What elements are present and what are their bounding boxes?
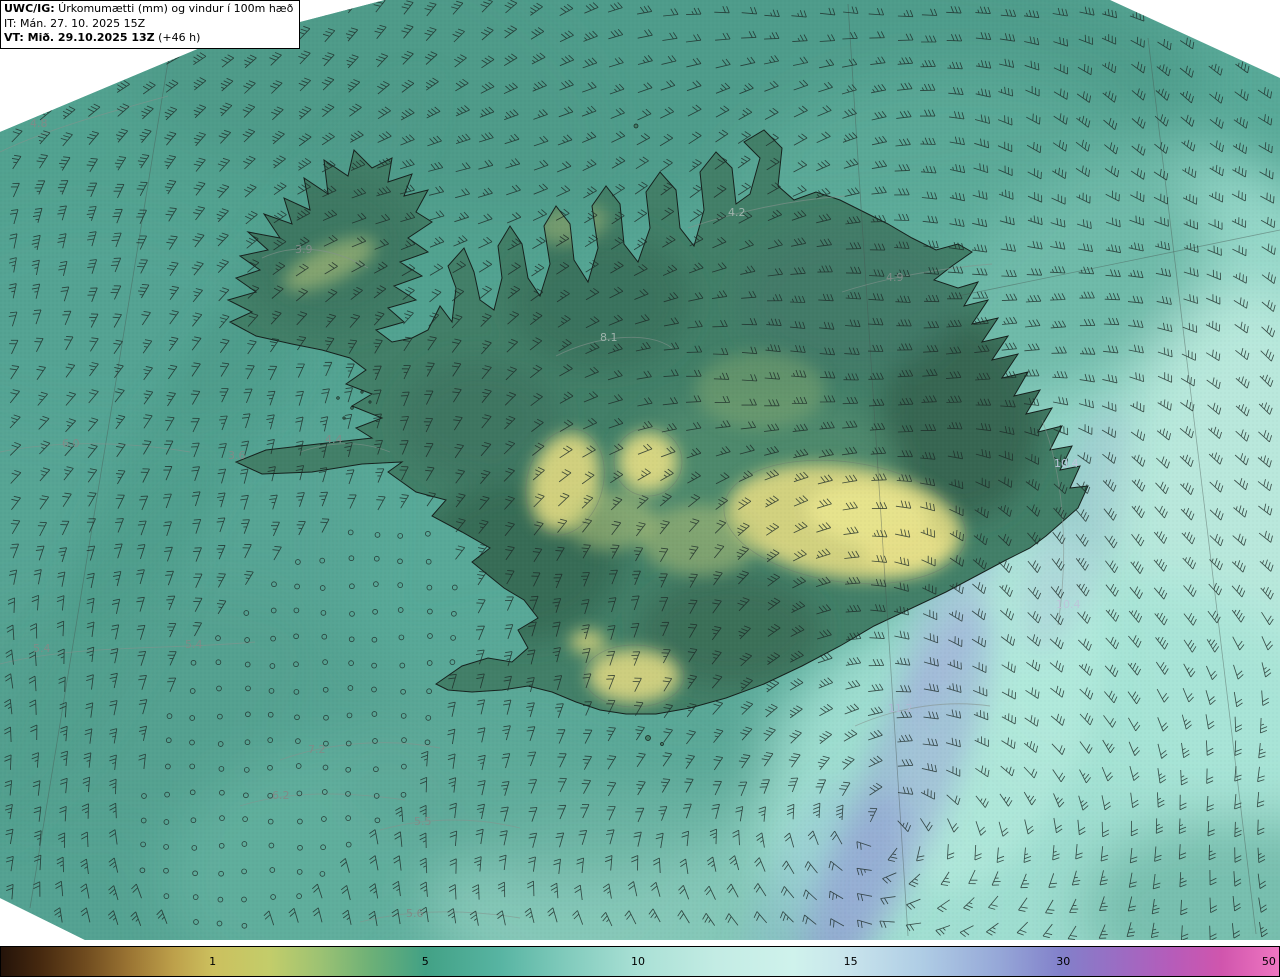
precipitation-colorbar: 1 5 10 15 30 50 [0,946,1280,977]
contour-label: 10.4 [1056,598,1081,611]
contour-label: 11.2 [888,702,913,715]
colorbar-tick-label: 50 [1261,954,1276,968]
map-title-line: UWC/IG: Úrkomumætti (mm) og vindur í 100… [4,2,293,17]
map-title-box: UWC/IG: Úrkomumætti (mm) og vindur í 100… [0,0,301,49]
contour-label: 6.0 [62,437,80,450]
dither-texture [0,0,1280,940]
contour-label: 5.5 [414,815,432,828]
contour-label: 6.2 [272,789,290,802]
colorbar-tick-label: 5 [421,954,429,968]
contour-label: 4.9 [886,271,904,284]
contour-label: 4.2 [728,206,746,219]
weather-map-screen: 4.8 3.9 4.2 4.9 8.1 6.0 4.4 3.6 10.4 5.4 5.4 10.4 11… [0,0,1280,978]
contour-label: 4.8 [30,117,48,130]
colorbar-tick-label: 15 [843,954,858,968]
contour-label: 5.6 [406,907,424,920]
colorbar-tick-label: 30 [1056,954,1071,968]
init-time-line: IT: Mán. 27. 10. 2025 15Z [4,16,146,30]
contour-label: 4.4 [325,433,343,446]
weather-map: 4.8 3.9 4.2 4.9 8.1 6.0 4.4 3.6 10.4 5.4 5.4 10.4 11… [0,0,1280,940]
valid-time-text: VT: Mið. 29.10.2025 13Z [4,31,155,45]
forecast-hour-text: (+46 h) [154,31,201,45]
contour-label: 8.1 [600,331,618,344]
colorbar-tick-label: 1 [209,954,217,968]
colorbar-tick-label: 10 [630,954,645,968]
model-id-label: UWC/IG: [4,2,55,15]
valid-time-line: VT: Mið. 29.10.2025 13Z (+46 h) [4,31,293,46]
contour-label: 3.6 [228,449,246,462]
contour-label: 7.2 [308,743,326,756]
contour-label: 5.4 [185,638,203,651]
contour-label: 10.4 [1054,457,1079,470]
contour-label: 5.4 [33,642,51,655]
map-title-text: Úrkomumætti (mm) og vindur í 100m hæð [54,2,294,15]
contour-label: 3.9 [295,243,313,256]
